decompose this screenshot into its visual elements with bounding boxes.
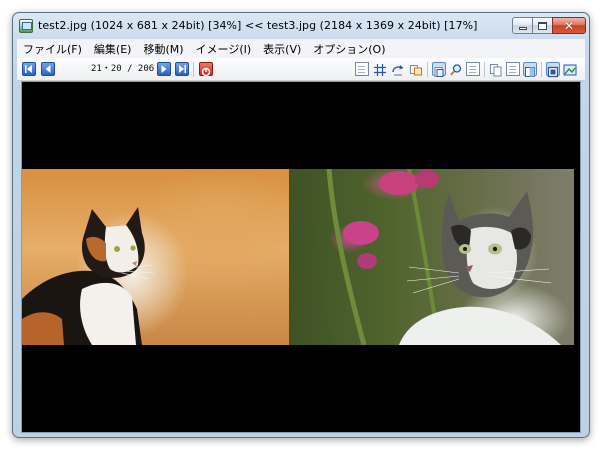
maximize-button[interactable]: [532, 17, 553, 34]
menu-view[interactable]: 表示(V): [257, 41, 307, 57]
tabby-cat-photo: [289, 169, 574, 345]
page-icon[interactable]: [355, 62, 369, 76]
menu-edit[interactable]: 編集(E): [88, 41, 138, 57]
previous-page-icon[interactable]: [41, 62, 55, 76]
single-page-icon[interactable]: [466, 62, 480, 76]
toolbar-separator: [484, 62, 485, 77]
maximize-icon: [538, 21, 547, 30]
menu-image[interactable]: イメージ(I): [190, 41, 258, 57]
thumbnail-icon[interactable]: [563, 62, 577, 76]
toolbar-separator: [193, 62, 194, 77]
stop-icon[interactable]: [199, 62, 213, 77]
toolbar: 21・20 / 206: [17, 58, 585, 81]
page-counter: 21・20 / 206: [91, 64, 155, 74]
double-page-right-icon[interactable]: [506, 62, 520, 76]
copy-icon[interactable]: [409, 62, 423, 76]
fit-window-icon[interactable]: [432, 62, 446, 77]
menu-move[interactable]: 移動(M): [137, 41, 189, 57]
close-button[interactable]: ✕: [552, 17, 586, 34]
title-bar[interactable]: test2.jpg (1024 x 681 x 24bit) [34%] << …: [13, 13, 589, 39]
calico-cat-photo: [22, 169, 289, 345]
menu-options[interactable]: オプション(O): [307, 41, 391, 57]
spread-icon[interactable]: [523, 62, 537, 77]
menu-file[interactable]: ファイル(F): [17, 41, 88, 57]
menu-bar: ファイル(F) 編集(E) 移動(M) イメージ(I) 表示(V) オプション(…: [17, 39, 585, 58]
grid-icon[interactable]: [373, 62, 387, 76]
next-page-icon[interactable]: [157, 62, 171, 76]
minimize-button[interactable]: [512, 17, 533, 34]
zoom-icon[interactable]: [449, 62, 463, 76]
close-icon: ✕: [563, 18, 575, 33]
last-page-icon[interactable]: [175, 62, 189, 76]
rotate-icon[interactable]: [391, 62, 405, 76]
toolbar-separator: [427, 62, 428, 77]
image-viewer[interactable]: [21, 81, 581, 433]
window-title: test2.jpg (1024 x 681 x 24bit) [34%] << …: [38, 19, 478, 32]
status-bar: [17, 429, 585, 433]
app-window: test2.jpg (1024 x 681 x 24bit) [34%] << …: [12, 12, 590, 438]
toolbar-separator: [541, 62, 542, 77]
first-page-icon[interactable]: [22, 62, 36, 76]
fullscreen-icon[interactable]: [546, 62, 560, 78]
minimize-icon: [518, 27, 527, 30]
double-page-left-icon[interactable]: [489, 62, 503, 77]
image-viewer-icon[interactable]: [19, 19, 33, 33]
